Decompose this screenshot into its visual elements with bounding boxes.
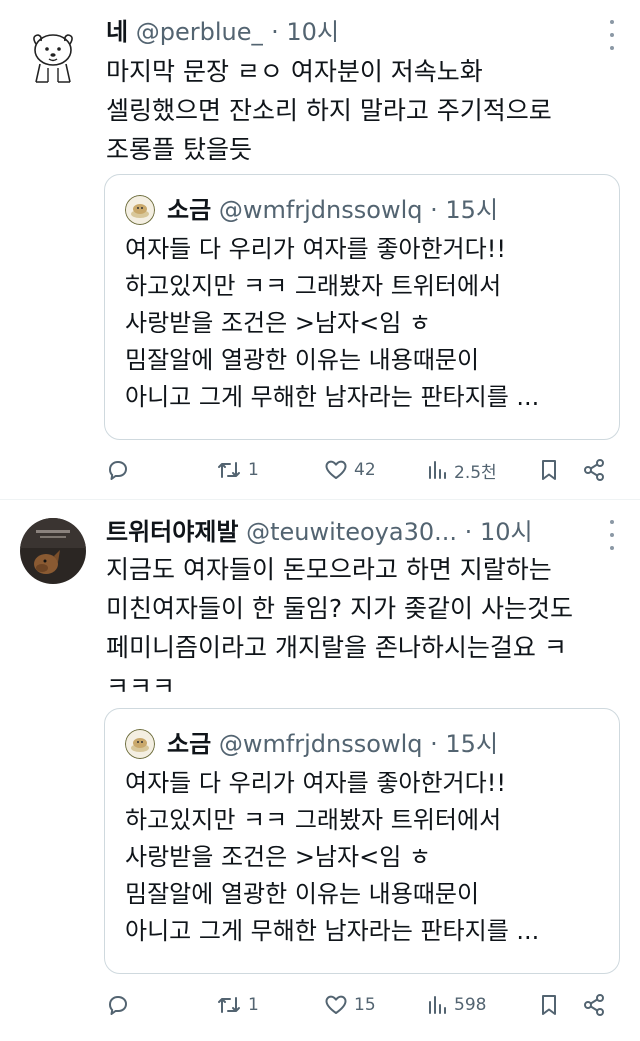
text-line: 지금도 여자들이 돈모으라고 하면 지랄하는: [106, 555, 552, 584]
like-icon: [325, 995, 347, 1014]
quote-user-handle: @wmfrjdnssowlq: [218, 730, 423, 758]
bookmark-icon: [542, 460, 556, 480]
reply-icon: [109, 461, 127, 480]
avatar[interactable]: [20, 24, 86, 90]
reply-button[interactable]: [106, 450, 136, 490]
text-line: ㅋㅋㅋ: [106, 672, 176, 701]
tweet-header: 트위터야제발 @teuwiteoya30... · 10시: [106, 514, 600, 550]
quote-text-line: 밈잘알에 열광한 이유는 내용때문이: [125, 880, 480, 908]
share-icon: [584, 459, 604, 481]
quote-text-line: 사랑받을 조건은 >남자<임 ㅎ: [125, 309, 431, 337]
text-line: 페미니즘이라고 개지랄을 존나하시는걸요 ㅋ: [106, 633, 567, 662]
quote-text-line: 여자들 다 우리가 여자를 좋아한거다!!: [125, 235, 506, 263]
action-bar: 1 15 598: [106, 985, 616, 1025]
bookmark-button[interactable]: [538, 450, 560, 490]
share-button[interactable]: [582, 985, 606, 1025]
bookmark-button[interactable]: [538, 985, 560, 1025]
action-bar: 1 42 2.5천: [106, 450, 616, 490]
quote-timestamp: 15시: [445, 730, 499, 758]
text-line: 마지막 문장 ㄹㅇ 여자분이 저속노화: [106, 57, 483, 86]
quote-text-line: 하고있지만 ㅋㅋ 그래봤자 트위터에서: [125, 806, 502, 834]
views-button[interactable]: 598: [426, 985, 486, 1025]
like-count: 15: [354, 995, 376, 1015]
quote-display-name: 소금: [167, 196, 212, 224]
avatar-photo-icon: [20, 518, 86, 584]
separator: ·: [464, 518, 473, 546]
like-count: 42: [354, 460, 376, 480]
user-handle[interactable]: @teuwiteoya30...: [246, 514, 457, 550]
more-icon: [610, 520, 614, 550]
display-name[interactable]: 네: [106, 18, 128, 46]
timestamp[interactable]: 10시: [480, 518, 533, 546]
quote-text-line: 아니고 그게 무해한 남자라는 판타지를 ...: [125, 383, 540, 411]
quote-text-line: 여자들 다 우리가 여자를 좋아한거다!!: [125, 769, 506, 797]
text-line: 조롱플 탔을듯: [106, 135, 252, 164]
quote-text-line: 아니고 그게 무해한 남자라는 판타지를 ...: [125, 917, 540, 945]
quote-text: 여자들 다 우리가 여자를 좋아한거다!! 하고있지만 ㅋㅋ 그래봤자 트위터에…: [125, 765, 607, 950]
separator: ·: [430, 730, 438, 758]
like-icon: [325, 460, 347, 479]
views-count: 598: [454, 995, 487, 1015]
quote-user-handle: @wmfrjdnssowlq: [218, 196, 423, 224]
tweet[interactable]: 트위터야제발 @teuwiteoya30... · 10시 지금도 여자들이 돈…: [0, 500, 640, 1041]
retweet-count: 1: [248, 995, 259, 1015]
tweet-header: 네 @perblue_ · 10시: [106, 14, 600, 50]
user-handle[interactable]: @perblue_: [136, 14, 264, 50]
quoted-tweet[interactable]: 소금 @wmfrjdnssowlq · 15시 여자들 다 우리가 여자를 좋아…: [104, 174, 620, 440]
quote-text-line: 하고있지만 ㅋㅋ 그래봤자 트위터에서: [125, 272, 502, 300]
quote-text-line: 밈잘알에 열광한 이유는 내용때문이: [125, 346, 480, 374]
views-icon: [429, 461, 446, 479]
quoted-tweet[interactable]: 소금 @wmfrjdnssowlq · 15시 여자들 다 우리가 여자를 좋아…: [104, 708, 620, 974]
retweet-icon: [218, 462, 240, 478]
display-name[interactable]: 트위터야제발: [106, 518, 238, 546]
text-line: 미친여자들이 한 둘임? 지가 좆같이 사는것도: [106, 594, 574, 623]
quote-text: 여자들 다 우리가 여자를 좋아한거다!! 하고있지만 ㅋㅋ 그래봤자 트위터에…: [125, 231, 607, 416]
reply-icon: [109, 996, 127, 1015]
retweet-button[interactable]: 1: [216, 985, 259, 1025]
views-button[interactable]: 2.5천: [426, 450, 497, 490]
quote-timestamp: 15시: [445, 196, 499, 224]
share-icon: [584, 994, 604, 1016]
more-button[interactable]: [600, 520, 624, 550]
retweet-count: 1: [248, 460, 259, 480]
more-icon: [610, 20, 614, 50]
quote-header: 소금 @wmfrjdnssowlq · 15시: [167, 192, 498, 228]
views-icon: [429, 996, 446, 1014]
like-button[interactable]: 15: [324, 985, 376, 1025]
bookmark-icon: [542, 995, 556, 1015]
retweet-icon: [218, 997, 240, 1013]
share-button[interactable]: [582, 450, 606, 490]
avatar[interactable]: [20, 518, 86, 584]
more-button[interactable]: [600, 20, 624, 50]
timestamp[interactable]: 10시: [286, 18, 339, 46]
tweet-text: 마지막 문장 ㄹㅇ 여자분이 저속노화 셀링했으면 잔소리 하지 말라고 주기적…: [106, 52, 620, 169]
quote-avatar: [125, 195, 155, 225]
text-line: 셀링했으면 잔소리 하지 말라고 주기적으로: [106, 96, 552, 125]
tweet-text: 지금도 여자들이 돈모으라고 하면 지랄하는 미친여자들이 한 둘임? 지가 좆…: [106, 550, 620, 706]
quote-display-name: 소금: [167, 730, 212, 758]
retweet-button[interactable]: 1: [216, 450, 259, 490]
like-button[interactable]: 42: [324, 450, 376, 490]
quote-header: 소금 @wmfrjdnssowlq · 15시: [167, 726, 498, 762]
separator: ·: [430, 196, 438, 224]
quote-avatar: [125, 729, 155, 759]
quote-text-line: 사랑받을 조건은 >남자<임 ㅎ: [125, 843, 431, 871]
views-count: 2.5천: [454, 462, 497, 483]
avatar-sketch-icon: [20, 24, 86, 90]
tweet[interactable]: 네 @perblue_ · 10시 마지막 문장 ㄹㅇ 여자분이 저속노화 셀링…: [0, 0, 640, 500]
reply-button[interactable]: [106, 985, 136, 1025]
separator: ·: [271, 18, 279, 46]
